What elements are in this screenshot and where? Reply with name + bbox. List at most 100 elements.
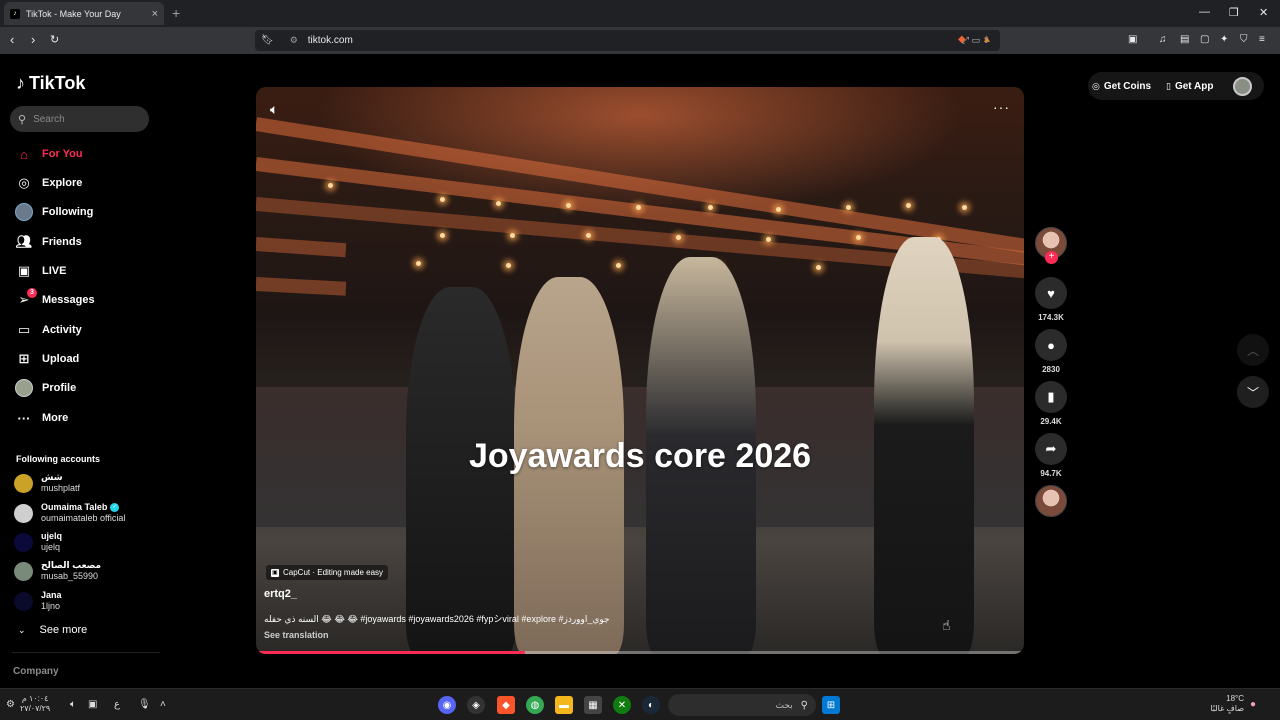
network-icon[interactable]: ▣	[88, 699, 97, 710]
nav-for-you[interactable]: ⌂ For You	[15, 144, 82, 164]
browser-tab[interactable]: ♪ TikTok - Make Your Day ×	[4, 2, 164, 25]
sidebar-toggle-icon[interactable]: ▤	[1180, 34, 1189, 45]
nav-explore[interactable]: ◎ Explore	[15, 173, 82, 193]
steam-icon[interactable]: ◐	[642, 696, 660, 714]
new-tab-button[interactable]: +	[172, 5, 180, 21]
following-account[interactable]: مصعب الصالح musab_55990	[14, 558, 164, 584]
tray-chevron-icon[interactable]: ˄	[160, 699, 166, 710]
settings-gear-icon[interactable]: ⚙	[6, 699, 15, 710]
capcut-anchor[interactable]: ▣ CapCut · Editing made easy	[266, 565, 389, 580]
share-button[interactable]: ➦ 94.7K	[1035, 433, 1067, 478]
company-link[interactable]: Company	[13, 666, 59, 677]
nav-more[interactable]: ··· More	[15, 408, 69, 428]
speaker-icon[interactable]: 🔈︎	[70, 699, 76, 710]
weather-desc: صافٍ غالبًا	[1210, 704, 1244, 713]
bookmark-icon[interactable]: 🔖︎	[261, 35, 274, 46]
forward-icon[interactable]: ›	[31, 32, 35, 47]
nav-label: Upload	[42, 353, 80, 365]
previous-video-button[interactable]: ︿	[1237, 334, 1269, 366]
notification-icon[interactable]: ●	[1250, 699, 1256, 710]
account-avatar	[14, 473, 33, 493]
account-avatar	[14, 591, 33, 611]
store-icon[interactable]: ▦	[584, 696, 602, 714]
maximize-button[interactable]: ❐	[1229, 6, 1239, 19]
nav-profile[interactable]: Profile	[15, 378, 76, 398]
like-button[interactable]: ♥ 174.3K	[1035, 277, 1067, 322]
search-input[interactable]: ⚲ Search	[10, 106, 149, 132]
nav-label: Activity	[42, 324, 82, 336]
nav-live[interactable]: ▣ LIVE	[15, 261, 67, 281]
stage-light	[616, 263, 621, 268]
see-more-label: See more	[39, 624, 88, 636]
brave-shield-icon[interactable]: ◆	[958, 34, 966, 45]
more-options-icon[interactable]: ···	[993, 99, 1010, 115]
file-explorer-icon[interactable]: ▬	[555, 696, 573, 714]
nav-activity[interactable]: ▭ Activity	[15, 320, 82, 340]
user-avatar[interactable]	[1233, 77, 1252, 96]
get-app-button[interactable]: ▯ Get App	[1166, 76, 1213, 96]
video-overlay-text: Joyawards core 2026	[468, 437, 812, 475]
follow-plus-icon[interactable]: +	[1045, 251, 1058, 264]
nav-label: LIVE	[42, 265, 67, 277]
see-translation-link[interactable]: See translation	[264, 630, 329, 640]
stage-light	[510, 233, 515, 238]
weather-widget[interactable]: 18°C صافٍ غالبًا	[1210, 694, 1244, 714]
pointer-cursor-icon: ☝︎	[942, 617, 951, 633]
sound-avatar-button[interactable]	[1035, 485, 1067, 517]
reload-icon[interactable]: ↻	[50, 33, 59, 46]
taskbar-search-placeholder: بحث	[775, 699, 793, 710]
brave-rewards-icon[interactable]: ▲	[982, 34, 992, 45]
back-icon[interactable]: ‹	[10, 32, 14, 47]
search-icon: ⚲	[800, 699, 808, 711]
chevron-down-icon: ﹀	[1246, 385, 1259, 400]
menu-icon[interactable]: ≡	[1259, 34, 1265, 45]
language-indicator[interactable]: ع	[114, 699, 120, 710]
app-icon[interactable]: ◈	[467, 696, 485, 714]
leo-ai-icon[interactable]: ✦	[1220, 34, 1228, 45]
stage-light	[856, 235, 861, 240]
comment-button[interactable]: ● 2830	[1035, 329, 1067, 374]
volume-icon[interactable]: 🔈︎	[270, 101, 278, 118]
account-display-name: Jana	[41, 590, 62, 600]
following-account[interactable]: شش mushplatf	[14, 470, 164, 496]
video-caption: السنه ذي حفله 😂 😂 😂 #joyawards #joyaward…	[264, 614, 610, 624]
vpn-icon[interactable]: ⛉	[1240, 34, 1248, 45]
progress-bar[interactable]	[256, 651, 1024, 654]
following-account[interactable]: ujelq ujelq	[14, 529, 164, 555]
nav-messages[interactable]: ➢ 3 Messages	[15, 288, 95, 310]
see-more-button[interactable]: ⌄ See more	[18, 624, 87, 636]
save-button[interactable]: ▮ 29.4K	[1035, 381, 1067, 426]
nav-upload[interactable]: ⊞ Upload	[15, 349, 80, 369]
account-username: oumaimataleb official	[41, 513, 126, 523]
close-window-button[interactable]: ✕	[1259, 6, 1268, 19]
clock[interactable]: ١٠:٠٤ م ٢٧/٠٧/٢٩	[20, 694, 50, 714]
screenshot-icon[interactable]: ▣	[1128, 34, 1137, 45]
media-icon[interactable]: ♫	[1159, 34, 1167, 45]
video-player[interactable]: 🔈︎ ··· Joyawards core 2026 ▣ CapCut · Ed…	[256, 87, 1024, 654]
tiktok-logo[interactable]: ♪ TikTok	[16, 73, 85, 94]
stage-light	[766, 237, 771, 242]
next-video-button[interactable]: ﹀	[1237, 376, 1269, 408]
minimize-button[interactable]: —	[1199, 6, 1210, 18]
messages-badge: 3	[27, 288, 37, 298]
creator-avatar-button[interactable]: +	[1035, 227, 1067, 264]
following-account[interactable]: Oumaima Taleb ✓ oumaimataleb official	[14, 500, 164, 526]
address-bar[interactable]: 🔖︎ ⚙ tiktok.com ⤢ ▭ ⇪	[255, 30, 1000, 51]
following-account[interactable]: Jana 1ljno	[14, 588, 164, 614]
xbox-icon[interactable]: ✕	[613, 696, 631, 714]
wallet-icon[interactable]: ▢	[1200, 34, 1209, 45]
messages-icon: ➢ 3	[15, 288, 37, 309]
brave-icon[interactable]: ◆	[497, 696, 515, 714]
nav-friends[interactable]: 👥︎ Friends	[15, 232, 82, 252]
get-coins-button[interactable]: ◎ Get Coins	[1092, 76, 1151, 96]
tab-close-icon[interactable]: ×	[152, 8, 158, 20]
discord-icon[interactable]: ◉	[438, 696, 456, 714]
url-text: tiktok.com	[307, 35, 353, 46]
windows-start-icon[interactable]: ⊞	[822, 696, 840, 714]
nav-following[interactable]: Following	[15, 202, 93, 222]
taskbar-search[interactable]: بحث ⚲	[668, 694, 816, 716]
chrome-icon[interactable]: ◍	[526, 696, 544, 714]
video-author[interactable]: ertq2_	[264, 588, 297, 600]
site-info-icon[interactable]: ⚙	[290, 35, 298, 46]
microphone-icon[interactable]: 🎙︎	[138, 699, 151, 710]
